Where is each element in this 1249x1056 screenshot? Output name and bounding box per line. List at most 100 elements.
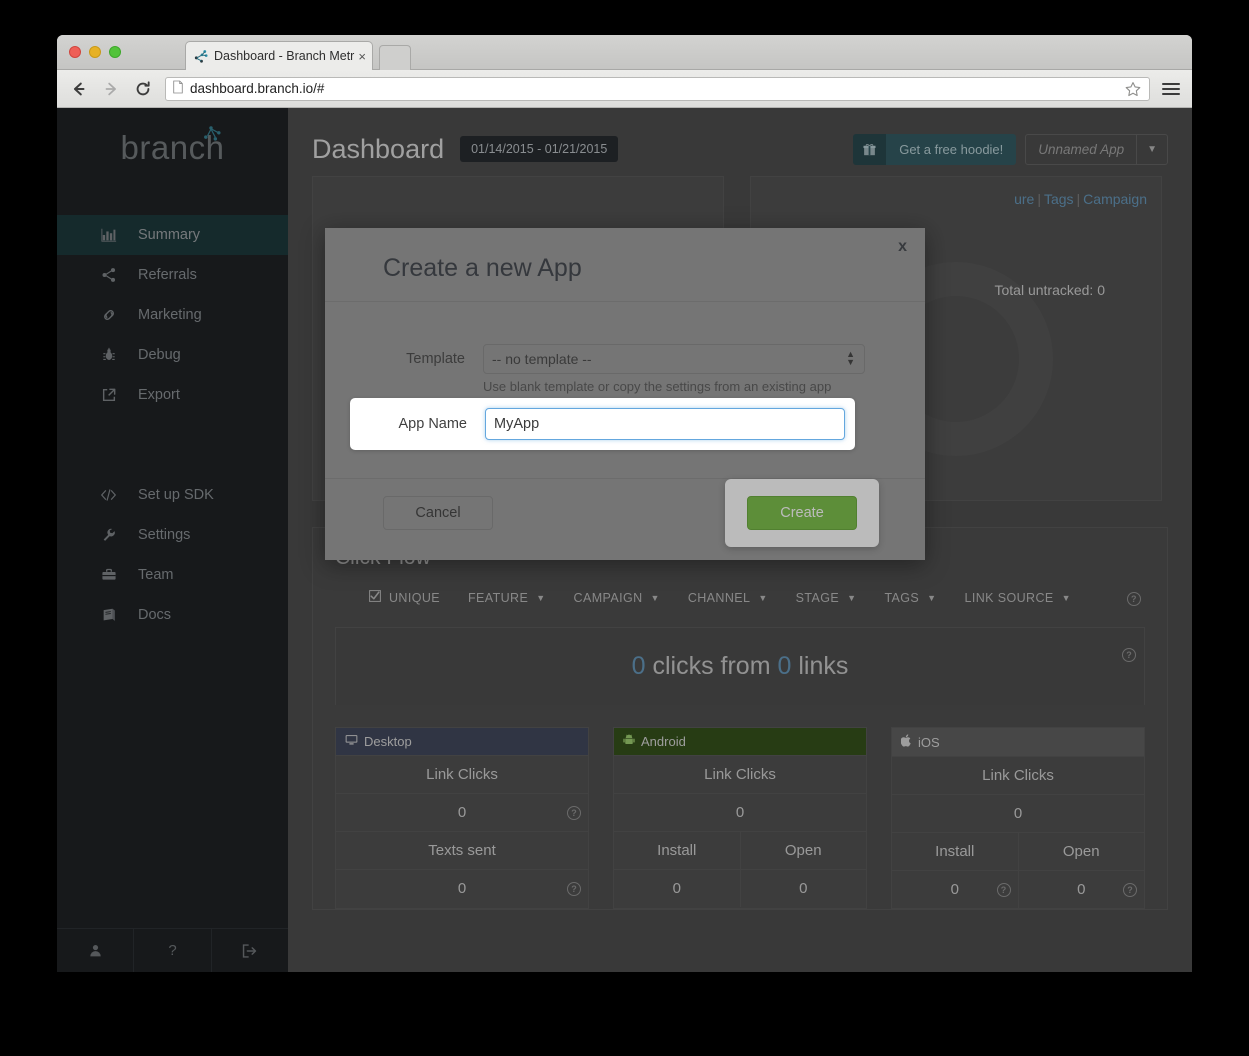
platform-row: Texts sent — [336, 831, 588, 869]
filter-label: CHANNEL — [687, 590, 751, 605]
sidebar-item-settings[interactable]: Settings — [57, 515, 288, 555]
click-flow-section: Click Flow UNIQUE FEATURE▼ CAMPAIGN▼ CHA… — [312, 527, 1168, 910]
platform-row: 0? — [336, 793, 588, 831]
filter-label: FEATURE — [468, 590, 529, 605]
platform-header: Android — [614, 728, 866, 755]
help-circle-icon[interactable]: ? — [1123, 880, 1137, 897]
sidebar-item-team[interactable]: Team — [57, 555, 288, 595]
metric-label: Install — [614, 832, 741, 869]
date-range-picker[interactable]: 01/14/2015 - 01/21/2015 — [460, 136, 619, 162]
sidebar-item-label: Summary — [138, 227, 201, 243]
user-icon[interactable] — [57, 929, 135, 972]
metric-label: Link Clicks — [426, 766, 498, 783]
hamburger-menu-icon[interactable] — [1162, 82, 1180, 95]
sidebar-item-label: Export — [138, 387, 180, 403]
filter-stage[interactable]: STAGE ▼ — [796, 591, 857, 605]
template-field: -- no template -- ▲ ▼ — [483, 344, 865, 374]
help-circle-icon[interactable]: ? — [996, 880, 1011, 897]
platform-cards: Desktop Link Clicks 0? Texts sent 0? And… — [335, 705, 1145, 909]
chevron-down-icon: ▼ — [650, 592, 660, 603]
platform-row: 0? 0? — [892, 870, 1144, 908]
help-circle-icon[interactable]: ? — [567, 803, 581, 820]
sidebar-item-debug[interactable]: Debug — [57, 335, 288, 375]
forward-icon[interactable] — [101, 79, 121, 99]
platform-row: Link Clicks — [892, 756, 1144, 794]
desktop-icon — [345, 734, 358, 749]
app-selector[interactable]: Unnamed App ▼ — [1025, 133, 1168, 165]
template-select[interactable]: -- no template -- — [483, 344, 865, 374]
close-icon[interactable]: x — [898, 238, 907, 256]
platform-name: Desktop — [364, 734, 412, 749]
help-circle-icon[interactable]: ? — [567, 879, 581, 896]
help-icon[interactable]: ? — [134, 929, 212, 972]
chevron-down-icon: ▼ — [536, 592, 546, 603]
app-name-field — [485, 408, 855, 440]
cancel-button[interactable]: Cancel — [383, 496, 493, 530]
android-icon — [623, 734, 635, 749]
sidebar-item-marketing[interactable]: Marketing — [57, 295, 288, 335]
create-button[interactable]: Create — [747, 496, 857, 530]
platform-name: Android — [641, 734, 686, 749]
minimize-window-button[interactable] — [89, 46, 101, 58]
modal-title: Create a new App — [383, 254, 582, 282]
metric-value: 0 — [735, 804, 745, 821]
sidebar-item-summary[interactable]: Summary — [57, 215, 288, 255]
briefcase-icon — [100, 567, 117, 583]
metric-value: 0 — [614, 870, 741, 907]
close-icon[interactable]: × — [358, 49, 366, 64]
app-name-input[interactable] — [485, 408, 845, 440]
logout-icon[interactable] — [212, 929, 288, 972]
filter-link-source[interactable]: LINK SOURCE ▼ — [964, 591, 1070, 605]
app-name-highlight: App Name — [350, 398, 855, 450]
filter-label: STAGE — [795, 590, 840, 605]
web-page: branch Summary Referrals Marketing Debug… — [57, 108, 1192, 972]
card-filter-links: ure | Tags | Campaign — [1014, 191, 1147, 207]
filter-channel[interactable]: CHANNEL ▼ — [688, 591, 768, 605]
sidebar-item-label: Settings — [138, 527, 191, 543]
unique-checkbox[interactable]: UNIQUE — [369, 590, 440, 605]
reload-icon[interactable] — [133, 79, 153, 99]
app-selector-value: Unnamed App — [1026, 134, 1138, 164]
get-hoodie-button[interactable]: Get a free hoodie! — [853, 133, 1017, 165]
maximize-window-button[interactable] — [109, 46, 121, 58]
sidebar-item-set-up-sdk[interactable]: Set up SDK — [57, 475, 288, 515]
browser-toolbar: dashboard.branch.io/# — [57, 70, 1192, 108]
page-title: Dashboard — [312, 133, 445, 164]
brand-logo[interactable]: branch — [57, 108, 288, 188]
help-circle-icon[interactable]: ? — [1122, 636, 1136, 665]
filter-feature[interactable]: FEATURE ▼ — [468, 591, 546, 605]
total-untracked-label: Total untracked: 0 — [994, 282, 1105, 298]
metric-label: Install — [892, 833, 1019, 870]
screenshot-root: Dashboard - Branch Metric × dashboard.br… — [0, 0, 1249, 1056]
help-label: ? — [168, 942, 177, 959]
branch-logo-icon — [194, 49, 209, 64]
get-hoodie-label: Get a free hoodie! — [886, 133, 1017, 165]
click-flow-filters: UNIQUE FEATURE ▼ CAMPAIGN ▼ CHANNEL ▼ STAGE… — [335, 590, 1145, 627]
platform-card-desktop: Desktop Link Clicks 0? Texts sent 0? — [335, 727, 589, 909]
card-link-tags[interactable]: Tags — [1044, 191, 1074, 207]
platform-header: Desktop — [336, 728, 588, 755]
address-bar-url: dashboard.branch.io/# — [190, 81, 325, 96]
browser-tabstrip: Dashboard - Branch Metric × — [57, 35, 1192, 70]
browser-tab[interactable]: Dashboard - Branch Metric × — [185, 41, 373, 70]
link-icon — [100, 307, 117, 323]
star-icon[interactable] — [1125, 81, 1141, 100]
sidebar-item-referrals[interactable]: Referrals — [57, 255, 288, 295]
metric-label: Open — [1062, 843, 1100, 860]
card-link-feature[interactable]: ure — [1014, 191, 1034, 207]
filter-campaign[interactable]: CAMPAIGN ▼ — [574, 591, 660, 605]
card-link-campaign[interactable]: Campaign — [1083, 191, 1147, 207]
clicks-summary-panel: 0 clicks from 0 links ? — [335, 627, 1145, 705]
back-icon[interactable] — [69, 79, 89, 99]
sidebar-item-label: Docs — [138, 607, 172, 623]
address-bar[interactable]: dashboard.branch.io/# — [165, 76, 1150, 101]
new-tab-button[interactable] — [379, 45, 411, 70]
sidebar-item-label: Referrals — [138, 267, 197, 283]
branch-logo-icon — [198, 125, 224, 156]
help-circle-icon[interactable]: ? — [1127, 591, 1141, 606]
sidebar-item-docs[interactable]: Docs — [57, 595, 288, 635]
close-window-button[interactable] — [69, 46, 81, 58]
sidebar-item-export[interactable]: Export — [57, 375, 288, 415]
filter-tags[interactable]: TAGS ▼ — [884, 591, 936, 605]
platform-row: 0? — [336, 869, 588, 907]
